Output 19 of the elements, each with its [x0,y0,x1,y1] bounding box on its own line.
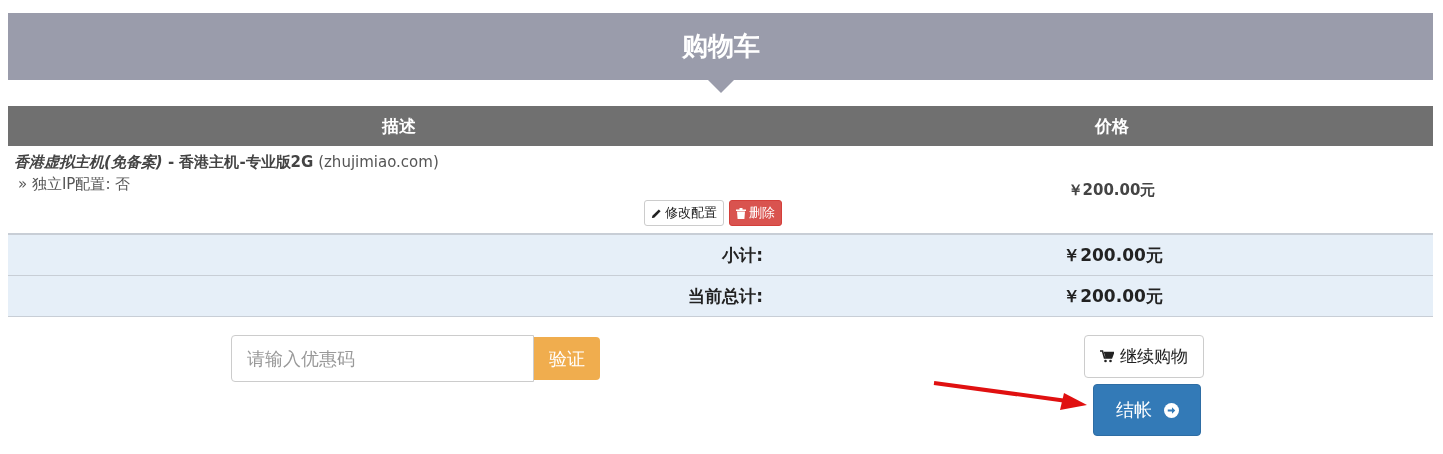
edit-button[interactable]: 修改配置 [644,200,724,226]
total-label: 小计: [721,243,763,267]
column-header: 描述 [380,114,417,138]
checkout-button[interactable]: 结帐 [1093,384,1201,436]
coupon-field[interactable]: 请输入优惠码 [231,335,534,382]
trash-icon [736,207,746,219]
product-option: » 独立IP配置: 否 [14,175,784,194]
cart-icon [1100,350,1114,363]
product-title: 香港虚拟主机(免备案) - 香港主机-专业版2G (zhujimiao.com) [14,153,440,172]
pencil-icon [651,207,662,219]
arrow-circle-icon [1163,402,1179,418]
total-label: 当前总计: [687,284,763,308]
continue-shopping-button[interactable]: 继续购物 [1084,335,1204,378]
page-title: 购物车 [681,30,760,63]
item-price: ￥200.00元 [1066,180,1157,200]
column-header: 价格 [1093,114,1130,138]
delete-button[interactable]: 删除 [729,200,782,226]
total-value: ￥200.00元 [1062,284,1164,308]
total-value: ￥200.00元 [1062,243,1164,267]
